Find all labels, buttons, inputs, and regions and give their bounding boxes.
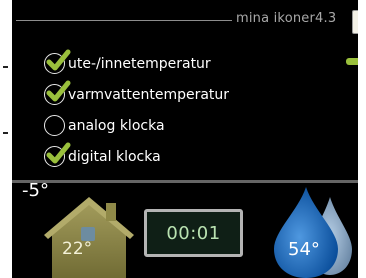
hot-water-temperature: 54° <box>288 239 320 260</box>
checkmark-icon <box>46 142 71 164</box>
options-list: ute-/innetemperatur varmvattentemperatur… <box>44 48 229 172</box>
title-underline <box>16 20 232 21</box>
hot-water-icon <box>274 187 352 278</box>
option-analog-clock[interactable]: analog klocka <box>44 110 229 141</box>
bezel-tick <box>3 66 8 68</box>
indoor-temperature: 22° <box>62 239 93 259</box>
digital-clock: 00:01 <box>144 209 243 257</box>
option-label: varmvattentemperatur <box>68 86 230 103</box>
checkbox[interactable] <box>44 115 65 136</box>
option-label: analog klocka <box>68 117 165 134</box>
checkmark-icon <box>46 80 71 102</box>
option-digital-clock[interactable]: digital klocka <box>44 141 229 172</box>
bezel-markers <box>0 0 12 278</box>
option-label: digital klocka <box>68 148 161 165</box>
selection-indicator <box>346 58 358 65</box>
display-screen: mina ikoner4.3 ute-/innetemperatur varmv… <box>12 0 358 278</box>
checkbox[interactable] <box>44 142 71 167</box>
checkbox[interactable] <box>44 49 71 74</box>
status-bar: -5° 22° 00:01 54° <box>12 180 358 278</box>
house-icon <box>44 197 134 278</box>
option-label: ute-/innetemperatur <box>68 55 211 72</box>
checkmark-icon <box>46 49 71 71</box>
checkbox[interactable] <box>44 80 71 105</box>
clock-time: 00:01 <box>166 222 221 244</box>
option-hot-water-temp[interactable]: varmvattentemperatur <box>44 79 229 110</box>
bezel-tick <box>3 132 8 134</box>
option-outdoor-indoor-temp[interactable]: ute-/innetemperatur <box>44 48 229 79</box>
scroll-indicator <box>352 10 358 34</box>
menu-title: mina ikoner4.3 <box>236 11 337 26</box>
